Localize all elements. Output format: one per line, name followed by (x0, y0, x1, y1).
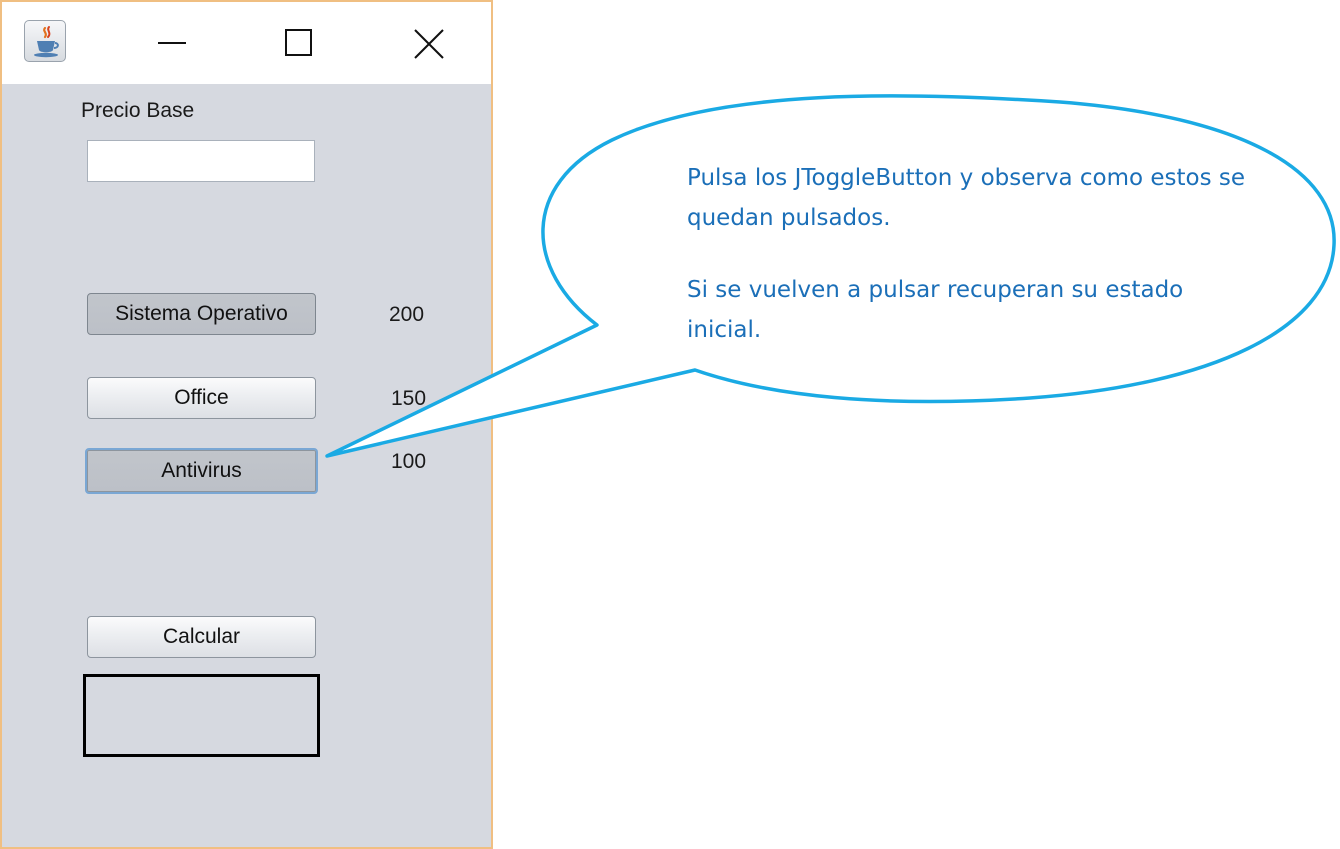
maximize-icon[interactable] (270, 20, 326, 66)
toggle-sistema-operativo-button[interactable]: Sistema Operativo (87, 293, 316, 335)
stage: Precio Base Sistema Operativo 200 Office… (0, 0, 1340, 849)
antivirus-price-label: 100 (391, 450, 427, 473)
callout-line-1: Pulsa los JToggleButton y observa como e… (687, 165, 1246, 231)
close-icon[interactable] (400, 20, 456, 66)
title-bar (2, 2, 491, 84)
callout-text: Pulsa los JToggleButton y observa como e… (687, 158, 1247, 350)
calcular-button[interactable]: Calcular (87, 616, 316, 658)
precio-base-input[interactable] (87, 140, 315, 182)
office-price-label: 150 (391, 387, 427, 410)
toggle-antivirus-button[interactable]: Antivirus (85, 448, 318, 494)
toggle-office-button[interactable]: Office (87, 377, 316, 419)
java-coffee-cup-icon[interactable] (24, 20, 66, 62)
app-window: Precio Base Sistema Operativo 200 Office… (0, 0, 493, 849)
callout-line-2: Si se vuelven a pulsar recuperan su esta… (687, 277, 1184, 343)
minimize-icon[interactable] (144, 20, 200, 66)
precio-base-label: Precio Base (81, 99, 195, 122)
sistema-operativo-price-label: 200 (389, 303, 425, 326)
result-display (83, 674, 320, 757)
